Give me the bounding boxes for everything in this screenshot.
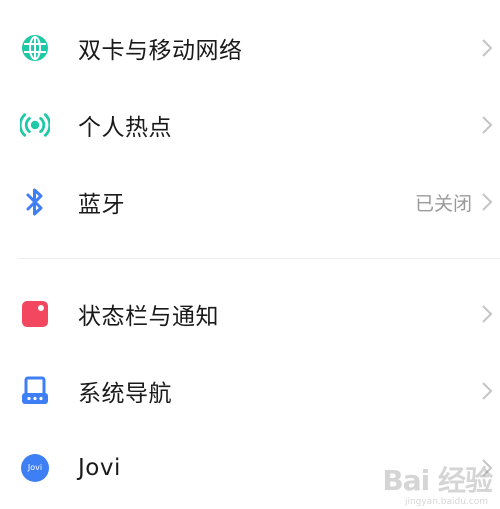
settings-item-personal-hotspot[interactable]: 个人热点 [0,87,500,163]
settings-item-dual-sim-mobile-network[interactable]: 双卡与移动网络 [0,10,500,86]
settings-item-label: 状态栏与通知 [78,304,219,330]
globe-icon [20,33,50,63]
chevron-right-icon [482,116,493,134]
settings-item-label: 双卡与移动网络 [78,38,243,64]
settings-item-label: Jovi [78,455,121,481]
watermark-url: jingyan.baidu.com [404,497,488,507]
status-bar-icon [20,299,50,329]
settings-item-label: 系统导航 [78,381,172,407]
chevron-right-icon [482,39,493,57]
navigation-icon [20,376,50,406]
chevron-right-icon [482,382,493,400]
jovi-icon: Jovi [20,453,50,483]
settings-item-status-bar-notifications[interactable]: 状态栏与通知 [0,276,500,352]
jovi-icon-text: Jovi [27,463,43,472]
watermark-logo-text: Bai 经验 [382,464,493,497]
chevron-right-icon [482,193,493,211]
settings-item-label: 蓝牙 [78,192,125,218]
hotspot-icon [20,110,50,140]
section-divider [18,258,500,259]
baidu-jingyan-watermark: Bai 经验 jingyan.baidu.com [342,457,493,507]
settings-item-system-navigation[interactable]: 系统导航 [0,353,500,429]
bluetooth-icon [20,187,50,217]
settings-item-bluetooth[interactable]: 蓝牙 已关闭 [0,164,500,240]
chevron-right-icon [482,305,493,323]
bluetooth-status: 已关闭 [414,192,472,215]
settings-item-label: 个人热点 [78,115,172,141]
